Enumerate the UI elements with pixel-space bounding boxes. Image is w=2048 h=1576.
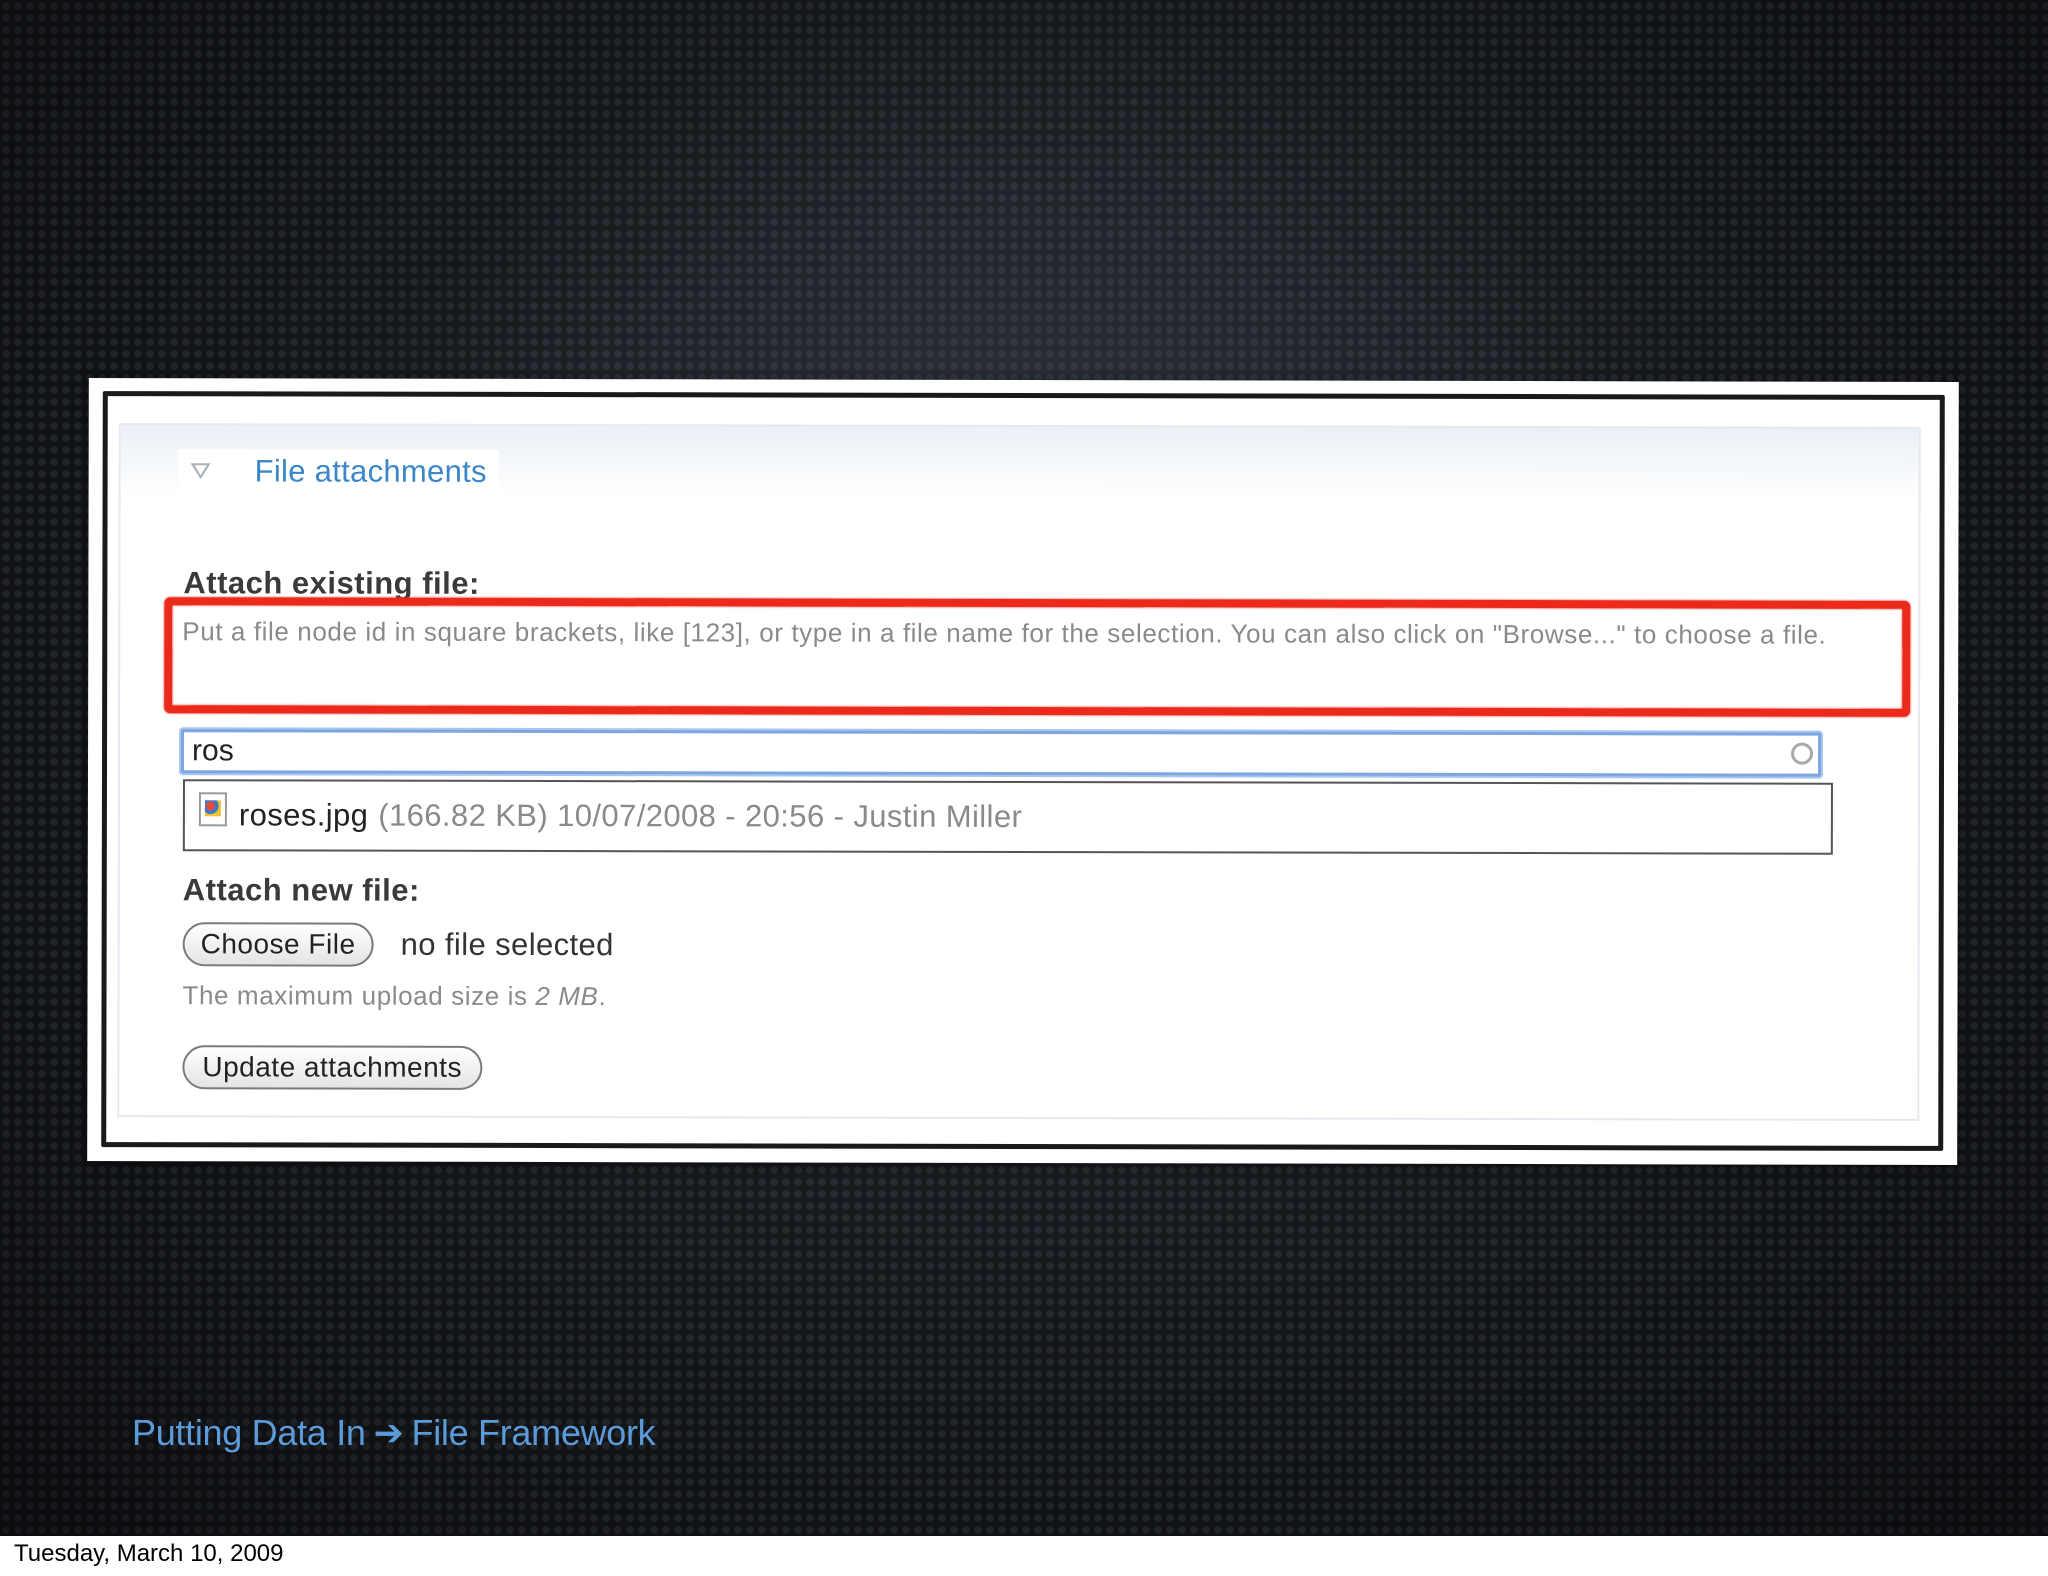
breadcrumb-left: Putting Data In	[132, 1412, 366, 1453]
attach-existing-label: Attach existing file:	[183, 565, 480, 601]
triangle-down-icon[interactable]	[190, 463, 211, 480]
file-attachments-fieldset: File attachments Attach existing file: P…	[117, 423, 1921, 1121]
image-file-icon	[198, 792, 227, 827]
screenshot-card: File attachments Attach existing file: P…	[87, 378, 1959, 1165]
print-date-footer: Tuesday, March 10, 2009	[14, 1540, 284, 1567]
slide-breadcrumb: Putting Data In ➔ File Framework	[132, 1412, 656, 1454]
update-attachments-button[interactable]: Update attachments	[182, 1045, 483, 1090]
upload-size-help: The maximum upload size is 2 MB.	[182, 980, 606, 1012]
slide-background: File attachments Attach existing file: P…	[0, 0, 2048, 1536]
arrow-right-icon: ➔	[373, 1412, 404, 1453]
upload-help-prefix: The maximum upload size is	[182, 980, 536, 1011]
no-file-selected-text: no file selected	[400, 926, 614, 963]
breadcrumb-right: File Framework	[411, 1412, 656, 1453]
fieldset-legend[interactable]: File attachments	[178, 449, 499, 494]
suggestion-filename: roses.jpg	[238, 797, 369, 833]
choose-file-button[interactable]: Choose File	[182, 922, 374, 967]
upload-help-suffix: .	[598, 981, 607, 1012]
attach-new-label: Attach new file:	[182, 872, 420, 908]
suggestion-item[interactable]: roses.jpg (166.82 KB) 10/07/2008 - 20:56…	[185, 781, 1831, 852]
upload-help-size: 2 MB	[535, 980, 599, 1012]
attach-existing-description: Put a file node id in square brackets, l…	[182, 616, 1827, 650]
throbber-icon	[1791, 742, 1814, 765]
attach-existing-input[interactable]: ros	[180, 729, 1822, 777]
autocomplete-suggestion-list: roses.jpg (166.82 KB) 10/07/2008 - 20:56…	[182, 779, 1833, 855]
legend-title[interactable]: File attachments	[255, 453, 487, 489]
suggestion-meta: (166.82 KB) 10/07/2008 - 20:56 - Justin …	[378, 797, 1023, 834]
